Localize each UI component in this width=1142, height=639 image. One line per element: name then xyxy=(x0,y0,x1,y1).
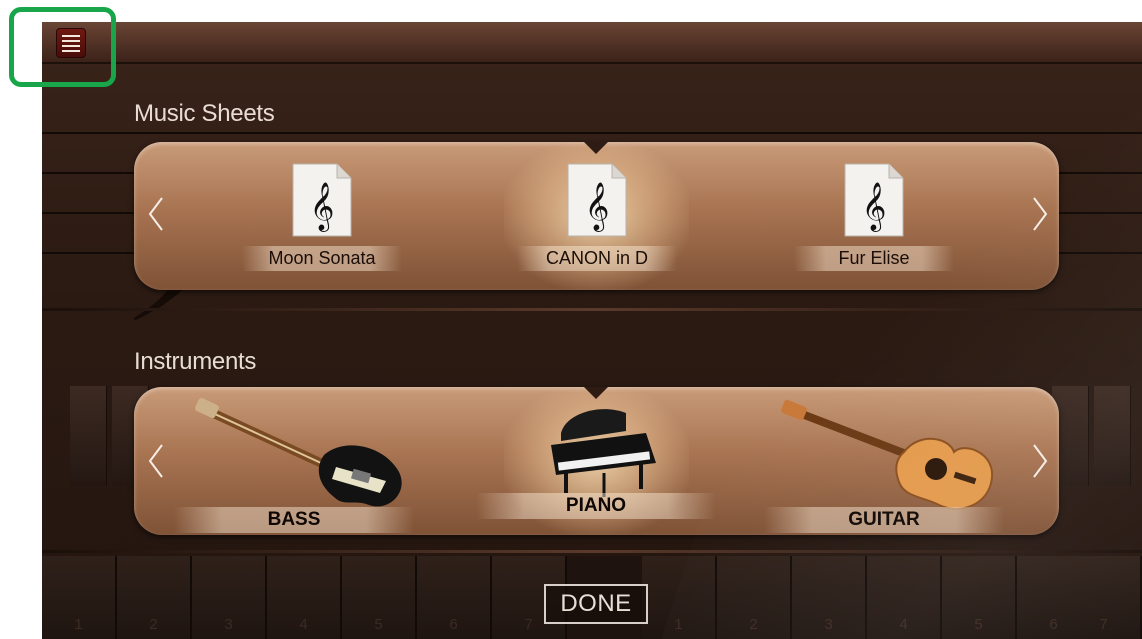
key-number: 4 xyxy=(299,616,308,633)
selection-pointer-icon xyxy=(584,142,608,154)
music-sheets-carousel: 𝄞 Moon Sonata 𝄞 CANON in D 𝄞 Fur Elise xyxy=(134,142,1059,290)
chevron-right-icon xyxy=(1033,197,1048,231)
key: 1 xyxy=(642,556,717,639)
hamburger-menu-icon-line xyxy=(62,44,80,47)
key: 7 xyxy=(1067,556,1142,639)
key-number: 6 xyxy=(449,616,458,633)
bass-guitar-icon xyxy=(195,397,402,507)
key: 3 xyxy=(192,556,267,639)
key: 3 xyxy=(792,556,867,639)
key-number: 3 xyxy=(824,616,833,633)
key: 6 xyxy=(417,556,492,639)
key: 4 xyxy=(867,556,942,639)
treble-clef-document-icon: 𝄞 xyxy=(291,162,353,238)
hamburger-menu-icon xyxy=(62,34,80,37)
grand-piano-icon xyxy=(551,409,656,497)
sheet-item-canon-in-d[interactable]: 𝄞 CANON in D xyxy=(517,162,677,271)
svg-text:𝄞: 𝄞 xyxy=(862,181,887,232)
key: 2 xyxy=(117,556,192,639)
instruments-prev-arrow[interactable] xyxy=(144,441,168,481)
svg-text:𝄞: 𝄞 xyxy=(585,181,610,232)
instruments-next-arrow[interactable] xyxy=(1028,441,1052,481)
sheet-label: Moon Sonata xyxy=(242,246,402,271)
svg-text:𝄞: 𝄞 xyxy=(310,181,335,232)
instruments-carousel: BASS PIANO GUITAR xyxy=(134,387,1059,535)
staff-line xyxy=(42,132,1142,134)
treble-clef-document-icon: 𝄞 xyxy=(843,162,905,238)
sheets-next-arrow[interactable] xyxy=(1028,194,1052,234)
instrument-label: PIANO xyxy=(476,493,716,519)
key: 1 xyxy=(42,556,117,639)
key: 2 xyxy=(717,556,792,639)
key: 5 xyxy=(942,556,1017,639)
app-screen: 𝄢 Music Sheets 𝄞 Moon Sonata 𝄞 CANON in … xyxy=(42,22,1142,639)
key: 4 xyxy=(267,556,342,639)
top-bar xyxy=(42,22,1142,64)
key-number: 5 xyxy=(974,616,983,633)
key-number: 4 xyxy=(899,616,908,633)
menu-button[interactable] xyxy=(56,28,86,58)
key-number: 2 xyxy=(749,616,758,633)
key-number: 5 xyxy=(374,616,383,633)
sheet-item-moon-sonata[interactable]: 𝄞 Moon Sonata xyxy=(242,162,402,271)
key-number: 3 xyxy=(224,616,233,633)
key: 5 xyxy=(342,556,417,639)
key-number: 2 xyxy=(149,616,158,633)
sheet-label: CANON in D xyxy=(517,246,677,271)
music-sheets-title: Music Sheets xyxy=(134,100,275,127)
hamburger-menu-icon-line xyxy=(62,49,80,52)
instrument-item-guitar[interactable]: GUITAR xyxy=(764,397,1004,537)
sheet-item-fur-elise[interactable]: 𝄞 Fur Elise xyxy=(794,162,954,271)
instrument-label: GUITAR xyxy=(764,507,1004,533)
divider xyxy=(42,308,1142,311)
key-number: 7 xyxy=(1099,616,1108,633)
key-number: 1 xyxy=(674,616,683,633)
acoustic-guitar-icon xyxy=(781,399,994,510)
sheets-prev-arrow[interactable] xyxy=(144,194,168,234)
instrument-item-bass[interactable]: BASS xyxy=(174,397,414,537)
hamburger-menu-icon-line xyxy=(62,39,80,42)
chevron-right-icon xyxy=(1033,444,1048,478)
chevron-left-icon xyxy=(148,197,163,231)
instruments-title: Instruments xyxy=(134,348,257,375)
instrument-label: BASS xyxy=(174,507,414,533)
instrument-item-piano[interactable]: PIANO xyxy=(476,393,716,533)
sheet-label: Fur Elise xyxy=(794,246,954,271)
chevron-left-icon xyxy=(148,444,163,478)
done-button[interactable]: DONE xyxy=(544,584,648,624)
key-number: 1 xyxy=(74,616,83,633)
treble-clef-document-icon: 𝄞 xyxy=(566,162,628,238)
divider xyxy=(42,550,1142,553)
